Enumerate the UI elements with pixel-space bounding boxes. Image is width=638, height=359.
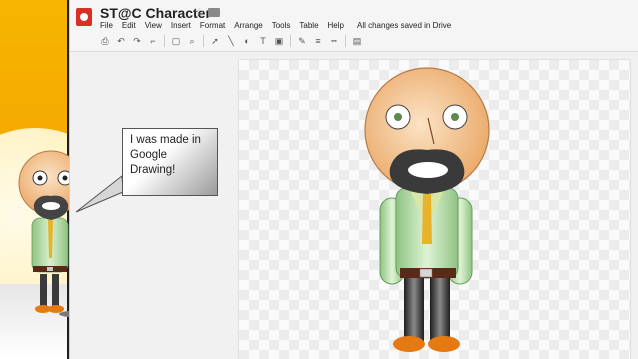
speech-bubble: I was made in Google Drawing! xyxy=(122,128,218,196)
belt-buckle xyxy=(419,268,433,278)
shoe-left xyxy=(393,336,425,352)
leg-right xyxy=(430,278,450,342)
leg-left xyxy=(404,278,424,342)
speech-bubble-text: I was made in Google Drawing! xyxy=(130,134,201,176)
pupil-left xyxy=(394,113,402,121)
mouth xyxy=(408,162,448,178)
shoe-right xyxy=(428,336,460,352)
tie xyxy=(422,194,432,244)
pupil-right xyxy=(451,113,459,121)
slide: ST@C Character ☆ File Edit View Insert F… xyxy=(0,0,638,359)
